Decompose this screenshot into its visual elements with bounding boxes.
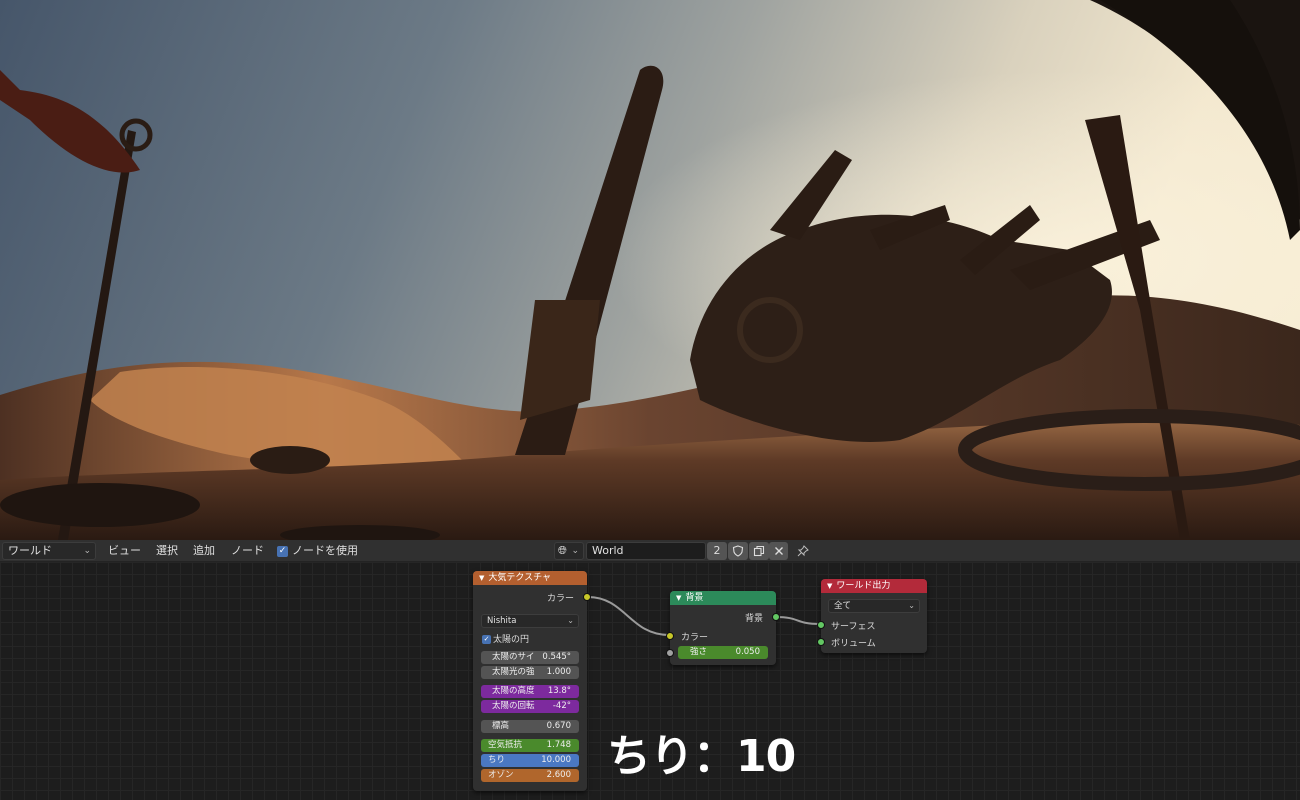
field-value: 1.748 (546, 740, 571, 750)
air-density-field[interactable]: 空気抵抗 1.748 (481, 739, 579, 752)
world-name-text: World (592, 544, 624, 557)
render-viewport[interactable] (0, 0, 1300, 540)
field-value: -42° (552, 701, 571, 711)
field-label: 強さ (690, 647, 708, 657)
menu-add[interactable]: 追加 (193, 540, 215, 562)
node-header[interactable]: ▼ 背景 (670, 591, 776, 605)
field-label: ちり (488, 755, 506, 765)
sky-texture-node[interactable]: ▼ 大気テクスチャ カラー Nishita ⌄ ✓ 太陽の円 太陽のサイ 0.545… (473, 571, 591, 791)
sun-elevation-field[interactable]: 太陽の高度 13.8° (481, 685, 579, 698)
chevron-down-icon: ⌄ (567, 616, 574, 625)
duplicate-button[interactable] (749, 542, 769, 560)
input-socket-strength[interactable] (666, 649, 674, 657)
altitude-field[interactable]: 標高 0.670 (481, 720, 579, 733)
editor-type-dropdown[interactable]: ワールド ⌄ (2, 542, 96, 560)
sun-rotation-field[interactable]: 太陽の回転 -42° (481, 700, 579, 713)
input-volume-label: ボリューム (831, 639, 876, 649)
render-scene (0, 0, 1300, 540)
field-value: 10.000 (541, 755, 571, 765)
collapse-triangle-icon[interactable]: ▼ (479, 574, 484, 582)
user-count-button[interactable]: 2 (707, 542, 727, 560)
node-title: 大気テクスチャ (488, 573, 552, 583)
render-target-dropdown[interactable]: 全て ⌄ (828, 599, 920, 613)
duplicate-icon (753, 545, 765, 557)
ozone-density-field[interactable]: オゾン 2.600 (481, 769, 579, 782)
world-name-field[interactable]: World (586, 542, 706, 560)
sky-type-dropdown[interactable]: Nishita ⌄ (481, 614, 579, 628)
menu-select[interactable]: 選択 (156, 540, 178, 562)
collapse-triangle-icon[interactable]: ▼ (676, 594, 681, 602)
field-label: 太陽光の強 (492, 667, 535, 677)
input-socket-color[interactable] (666, 632, 674, 640)
world-output-node[interactable]: ▼ ワールド出力 全て ⌄ サーフェス ボリューム (817, 579, 927, 653)
field-value: 0.545° (542, 652, 571, 662)
render-target-value: 全て (834, 601, 852, 611)
collapse-triangle-icon[interactable]: ▼ (827, 582, 832, 590)
field-label: 太陽の回転 (492, 701, 535, 711)
input-socket-volume[interactable] (817, 638, 825, 646)
pin-icon (797, 545, 809, 557)
checkmark-icon: ✓ (482, 635, 491, 644)
sun-intensity-field[interactable]: 太陽光の強 1.000 (481, 666, 579, 679)
fake-user-shield-icon (732, 545, 744, 557)
output-color-label: カラー (546, 594, 574, 604)
link-background-to-output (775, 616, 821, 625)
use-nodes-checkbox[interactable]: ✓ ノードを使用 (277, 540, 358, 562)
overlay-caption: ちり：10 (607, 731, 796, 782)
input-color-label: カラー (681, 633, 709, 643)
chevron-down-icon: ⌄ (571, 546, 579, 556)
menu-node[interactable]: ノード (231, 540, 264, 562)
input-surface-label: サーフェス (831, 622, 876, 632)
node-title: 背景 (685, 593, 704, 603)
field-label: 太陽のサイ (492, 652, 535, 662)
globe-icon: 🌐︎ (558, 544, 567, 557)
pin-button[interactable] (794, 542, 812, 560)
strength-field[interactable]: 強さ 0.050 (678, 646, 768, 659)
field-value: 13.8° (547, 686, 571, 696)
background-node[interactable]: ▼ 背景 背景 カラー 強さ 0.050 (666, 591, 780, 665)
fake-user-button[interactable] (728, 542, 748, 560)
field-label: 空気抵抗 (488, 740, 523, 750)
link-sky-to-background (587, 596, 670, 636)
field-label: 太陽の高度 (492, 686, 535, 696)
output-background-label: 背景 (744, 614, 763, 624)
sun-disc-label: 太陽の円 (493, 635, 530, 645)
checkmark-icon: ✓ (277, 545, 288, 557)
field-value: 2.600 (546, 770, 571, 780)
node-header[interactable]: ▼ ワールド出力 (821, 579, 927, 593)
node-header[interactable]: ▼ 大気テクスチャ (473, 571, 587, 585)
close-icon (774, 547, 783, 555)
chevron-down-icon: ⌄ (908, 601, 915, 610)
editor-type-label: ワールド (8, 544, 52, 557)
output-socket-background[interactable] (772, 613, 780, 621)
sun-disc-checkbox[interactable]: ✓ 太陽の円 (482, 632, 529, 645)
field-value: 0.670 (546, 721, 571, 731)
field-value: 1.000 (546, 667, 571, 677)
input-socket-surface[interactable] (817, 621, 825, 629)
field-label: 標高 (492, 721, 510, 731)
use-nodes-label: ノードを使用 (292, 544, 358, 557)
field-label: オゾン (488, 770, 514, 780)
dust-density-field[interactable]: ちり 10.000 (481, 754, 579, 767)
chevron-down-icon: ⌄ (83, 546, 91, 556)
world-browse-button[interactable]: 🌐︎ ⌄ (554, 542, 584, 560)
menu-view[interactable]: ビュー (108, 540, 141, 562)
field-value: 0.050 (735, 647, 760, 657)
output-socket-color[interactable] (583, 593, 591, 601)
sky-type-value: Nishita (487, 616, 517, 626)
sun-size-field[interactable]: 太陽のサイ 0.545° (481, 651, 579, 664)
unlink-button[interactable] (769, 542, 788, 560)
node-title: ワールド出力 (836, 581, 891, 591)
